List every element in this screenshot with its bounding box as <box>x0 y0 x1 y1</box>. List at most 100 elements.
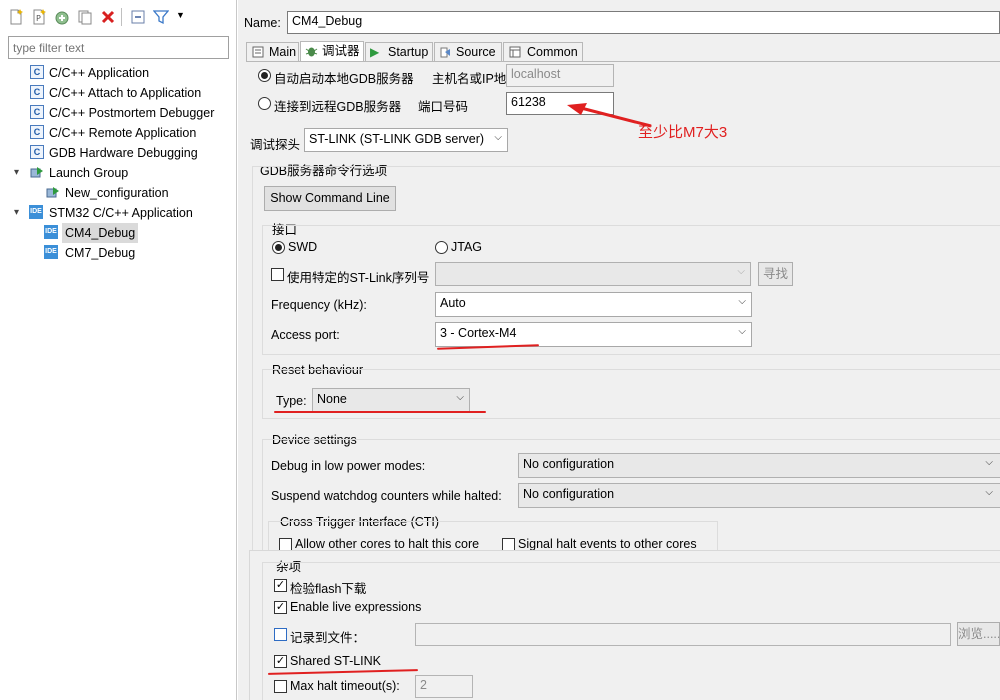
log-file-checkbox[interactable] <box>274 628 287 641</box>
max-halt-label: Max halt timeout(s): <box>290 679 400 693</box>
tab-startup[interactable]: ▶ Startup <box>365 42 433 61</box>
frequency-label: Frequency (kHz): <box>271 298 367 312</box>
log-file-label: 记录到文件： <box>290 631 366 645</box>
lowpower-label: Debug in low power modes: <box>271 459 426 473</box>
chevron-down-icon: ⌵ <box>985 487 993 498</box>
access-port-value: 3 - Cortex-M4 <box>440 326 517 340</box>
left-toolbar: P ▼ <box>0 0 237 34</box>
export-icon[interactable] <box>54 9 70 25</box>
shared-stlink-checkbox[interactable]: ✓ <box>274 655 287 668</box>
remote-gdb-label: 连接到远程GDB服务器 <box>274 100 402 114</box>
c-icon: C <box>30 125 44 139</box>
find-button[interactable]: 寻找 <box>758 262 793 286</box>
browse-button[interactable]: 浏览...... <box>957 622 1000 646</box>
frequency-select[interactable]: Auto ⌵ <box>435 292 752 317</box>
tree-item-label: New_configuration <box>65 186 169 200</box>
svg-text:P: P <box>36 14 41 23</box>
chevron-down-icon[interactable]: ▾ <box>14 203 19 223</box>
max-halt-checkbox[interactable] <box>274 680 287 693</box>
source-icon <box>440 47 450 58</box>
new-config-icon[interactable] <box>8 9 24 25</box>
access-port-select[interactable]: 3 - Cortex-M4 ⌵ <box>435 322 752 347</box>
tree-item-label: Launch Group <box>49 166 129 180</box>
live-expressions-label: Enable live expressions <box>290 600 422 614</box>
filter-input[interactable] <box>8 36 229 59</box>
tab-debugger[interactable]: 调试器 <box>300 41 364 61</box>
tab-label: Source <box>456 45 496 59</box>
cti-allow-label: Allow other cores to halt this core <box>295 537 480 551</box>
tab-main[interactable]: Main <box>246 42 299 61</box>
reset-type-label: Type: <box>276 394 307 408</box>
c-icon: C <box>30 105 44 119</box>
remote-gdb-radio[interactable] <box>258 97 271 110</box>
main-tab-icon <box>252 46 264 58</box>
reset-type-value: None <box>317 392 347 406</box>
filter-icon[interactable] <box>153 9 169 25</box>
lowpower-select[interactable]: No configuration ⌵ <box>518 453 1000 478</box>
annotation-text: 至少比M7大3 <box>638 124 728 141</box>
watchdog-label: Suspend watchdog counters while halted: <box>271 489 502 503</box>
name-field[interactable]: CM4_Debug <box>287 11 1000 34</box>
frequency-value: Auto <box>440 296 466 310</box>
tab-common[interactable]: Common <box>503 42 583 61</box>
chevron-down-icon: ⌵ <box>738 296 746 307</box>
c-icon: C <box>30 85 44 99</box>
launch-config-pane: P ▼ C C/C++ Application C C/C++ Attach t… <box>0 0 237 700</box>
host-field[interactable]: localhost <box>506 64 614 87</box>
serial-label: 使用特定的ST-Link序列号 <box>287 271 430 285</box>
launch-config-icon <box>46 187 59 198</box>
duplicate-icon[interactable] <box>77 9 93 25</box>
common-icon <box>509 46 521 58</box>
tree-item-label: C/C++ Application <box>49 66 150 80</box>
tab-label: Startup <box>388 45 429 59</box>
swd-label: SWD <box>288 240 318 254</box>
name-label: Name: <box>244 16 281 30</box>
chevron-down-icon[interactable]: ▾ <box>14 163 19 183</box>
reset-type-select[interactable]: None ⌵ <box>312 388 470 413</box>
probe-select[interactable]: ST-LINK (ST-LINK GDB server) ⌵ <box>304 128 508 152</box>
jtag-radio[interactable] <box>435 241 448 254</box>
tab-label: 调试器 <box>322 44 360 58</box>
tab-label: Main <box>269 45 297 59</box>
toolbar-divider <box>121 8 122 26</box>
tree-item-label: C/C++ Remote Application <box>49 126 197 140</box>
config-editor-pane: Name: CM4_Debug Main 调试器 ▶ Startup Sourc… <box>238 0 1000 700</box>
reset-type-underline <box>274 411 486 413</box>
collapse-all-icon[interactable] <box>130 9 146 25</box>
max-halt-field[interactable]: 2 <box>415 675 473 698</box>
verify-flash-label: 检验flash下载 <box>290 582 367 596</box>
swd-radio[interactable] <box>272 241 285 254</box>
access-port-label: Access port: <box>271 328 340 342</box>
jtag-label: JTAG <box>451 240 483 254</box>
tree-item-label: STM32 C/C++ Application <box>49 206 193 220</box>
live-expressions-checkbox[interactable]: ✓ <box>274 601 287 614</box>
tree-item-label: C/C++ Postmortem Debugger <box>49 106 215 120</box>
verify-flash-checkbox[interactable]: ✓ <box>274 579 287 592</box>
tree-item-label: CM4_Debug <box>62 223 139 243</box>
chevron-down-icon: ⌵ <box>456 392 464 403</box>
play-icon: ▶ <box>370 45 380 59</box>
delete-icon[interactable] <box>100 9 116 25</box>
local-gdb-radio[interactable] <box>258 69 271 82</box>
chevron-down-icon: ⌵ <box>737 266 745 277</box>
launch-group-icon <box>30 167 43 178</box>
c-icon: C <box>30 145 44 159</box>
tab-source[interactable]: Source <box>434 42 502 61</box>
c-icon: C <box>30 65 44 79</box>
filter-dropdown-icon[interactable]: ▼ <box>176 10 185 20</box>
new-prototype-icon[interactable]: P <box>31 9 47 25</box>
debugger-bug-icon <box>305 47 318 57</box>
serial-select[interactable]: ⌵ <box>435 262 751 286</box>
probe-label: 调试探头 <box>250 138 301 152</box>
chevron-down-icon: ⌵ <box>494 132 502 143</box>
watchdog-select[interactable]: No configuration ⌵ <box>518 483 1000 508</box>
lowpower-value: No configuration <box>523 457 615 471</box>
probe-value: ST-LINK (ST-LINK GDB server) <box>309 132 485 146</box>
port-label: 端口号码 <box>418 100 469 114</box>
serial-checkbox[interactable] <box>271 268 284 281</box>
log-file-field[interactable] <box>415 623 951 646</box>
show-command-line-button[interactable]: Show Command Line <box>264 186 396 211</box>
watchdog-value: No configuration <box>523 487 615 501</box>
tree-item-label: GDB Hardware Debugging <box>49 146 198 160</box>
cti-signal-label: Signal halt events to other cores <box>518 537 697 551</box>
